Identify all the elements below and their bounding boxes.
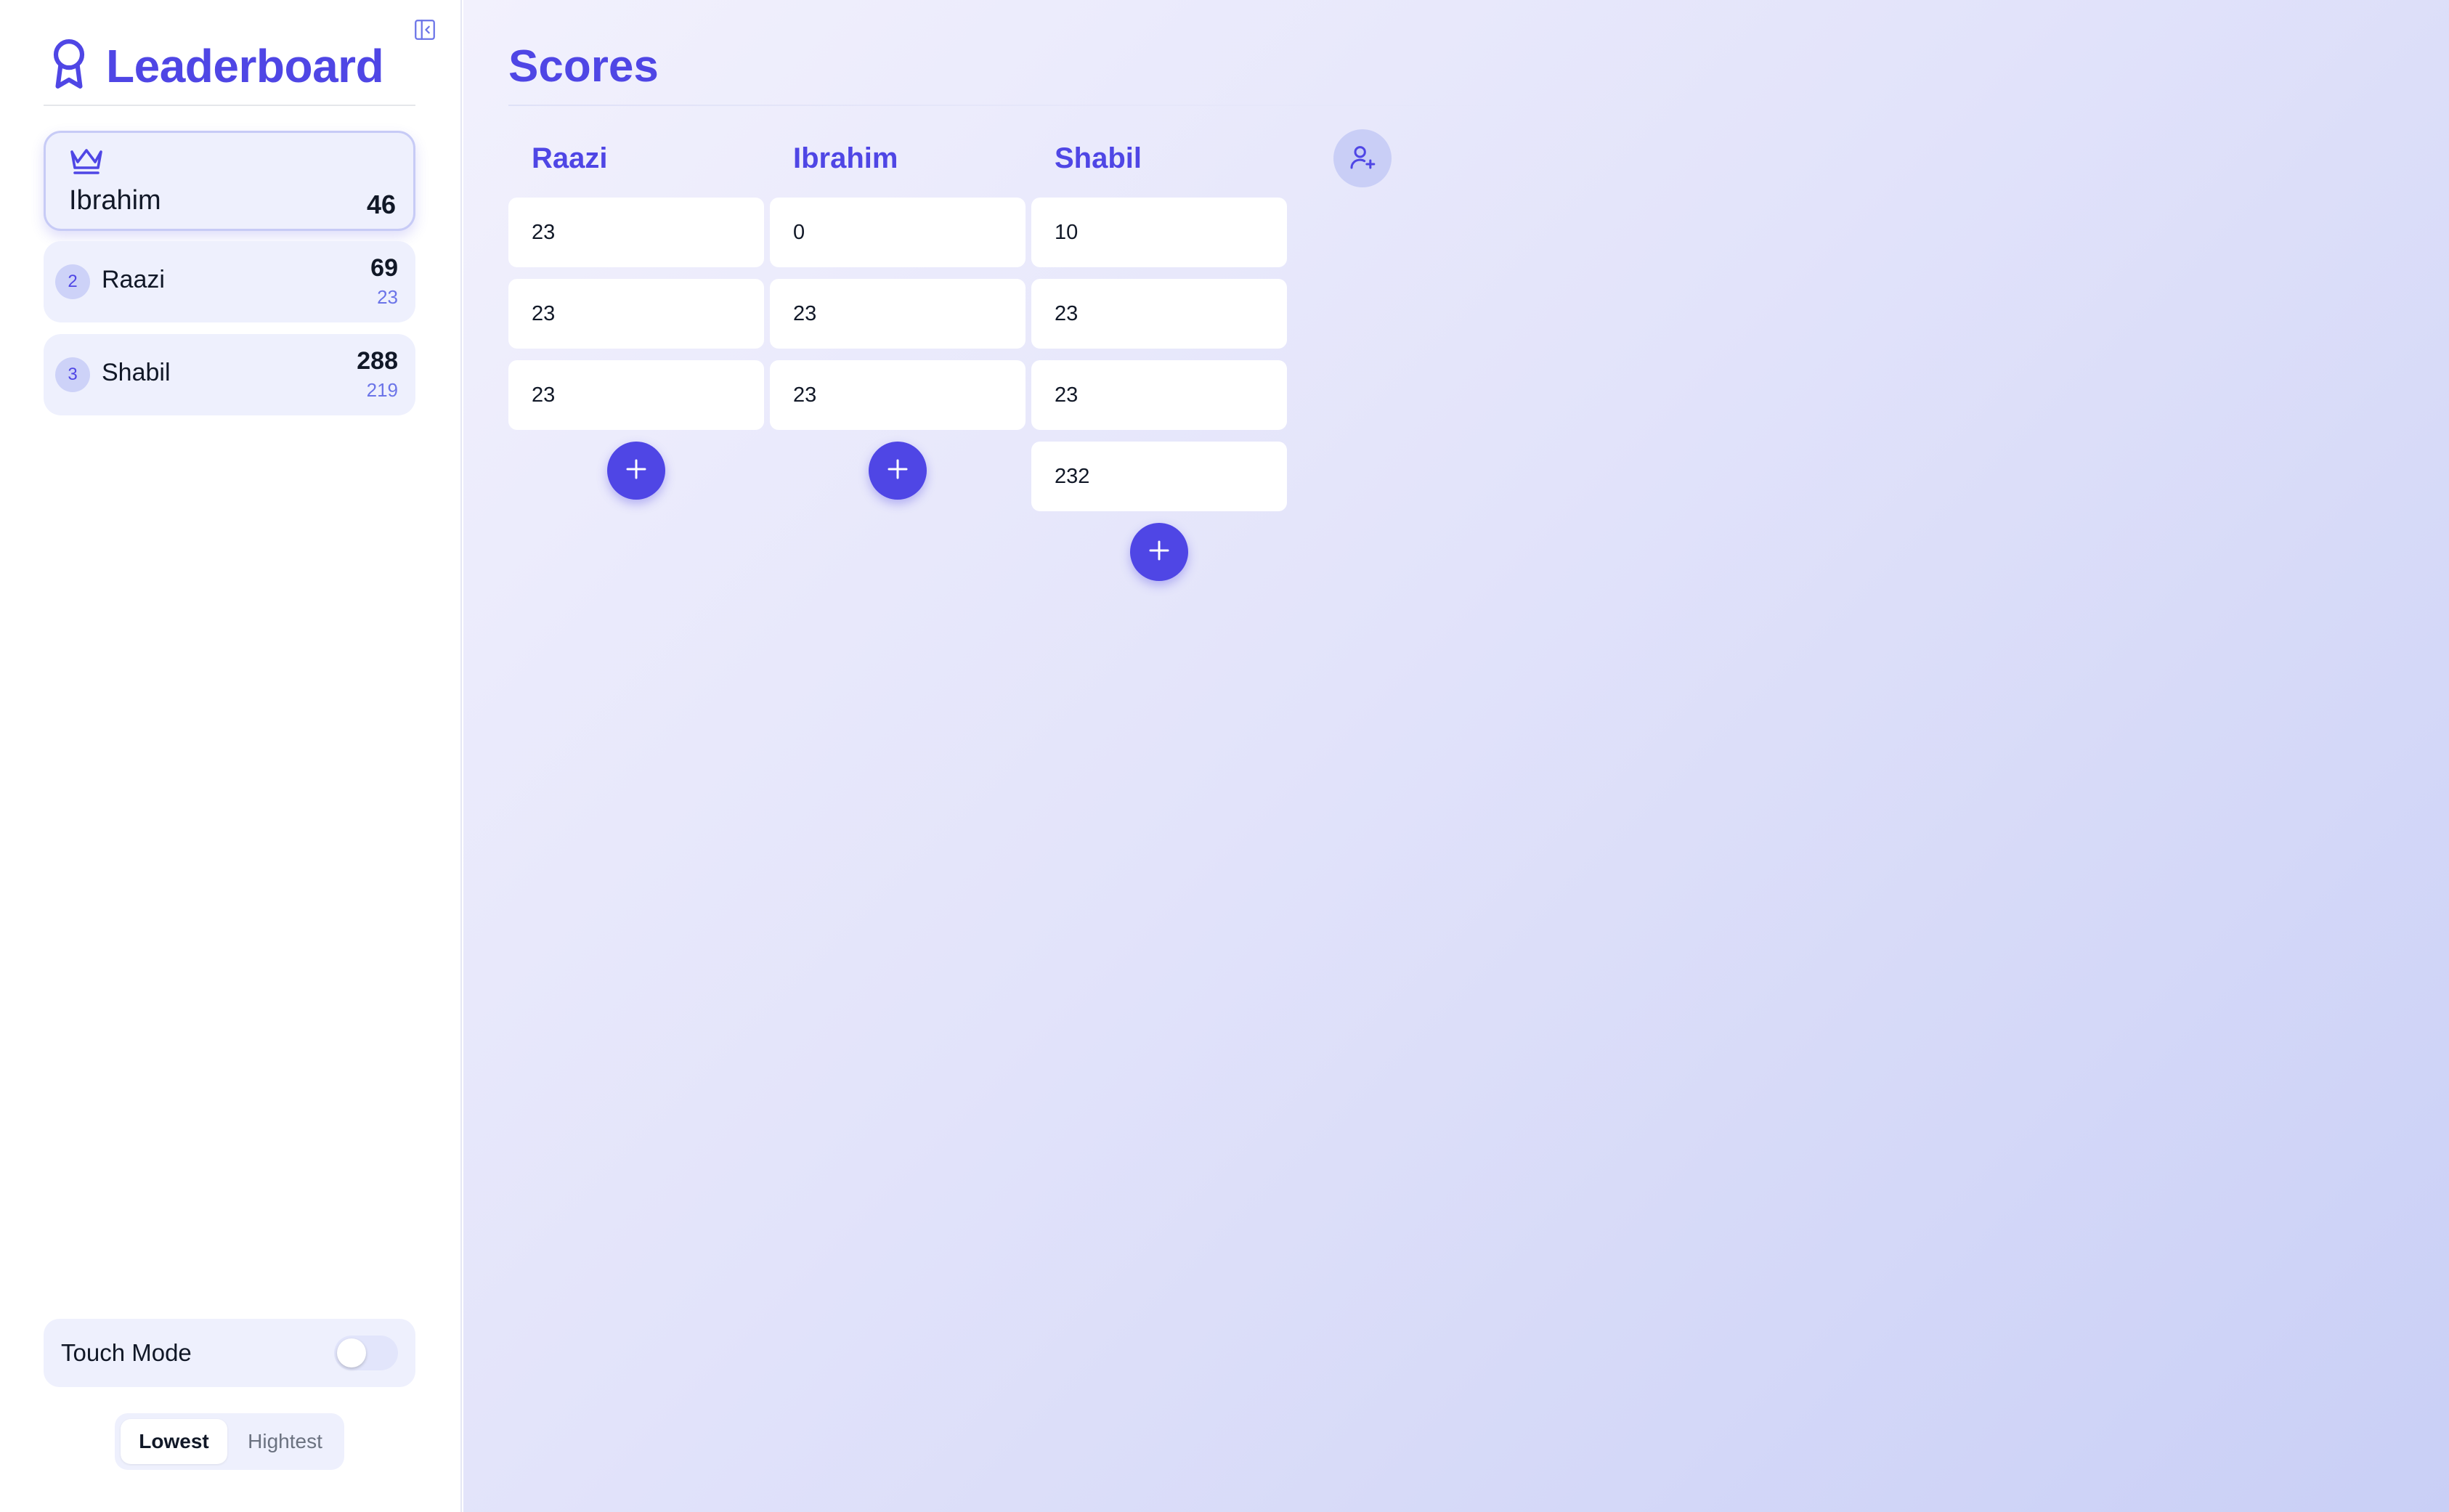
leaderboard-first-place: Ibrahim 46 (44, 131, 415, 231)
player-score: 288 (357, 347, 398, 375)
score-input[interactable]: 232 (1031, 442, 1287, 511)
leader-name: Ibrahim (69, 185, 161, 216)
collapse-sidebar-button[interactable] (411, 17, 439, 45)
score-input[interactable]: 23 (1031, 360, 1287, 430)
divider (508, 105, 1525, 106)
score-difference: 219 (366, 379, 398, 401)
sidebar: Leaderboard Ibrahim 46 2 Raazi 69 23 3 S… (0, 0, 462, 1512)
score-input[interactable]: 23 (1031, 279, 1287, 349)
crown-icon (69, 146, 104, 179)
page-title: Scores (508, 41, 659, 92)
score-input[interactable]: 23 (508, 279, 764, 349)
touch-mode-toggle[interactable] (334, 1336, 398, 1370)
sidebar-collapse-icon (413, 17, 437, 46)
score-input[interactable]: 23 (508, 360, 764, 430)
leader-score: 46 (366, 190, 396, 219)
rank-badge: 3 (55, 357, 90, 392)
score-input[interactable]: 23 (770, 279, 1026, 349)
player-column: Shabil 10 23 23 232 (1031, 131, 1287, 581)
score-input[interactable]: 0 (770, 198, 1026, 267)
sort-highest-button[interactable]: Hightest (232, 1419, 338, 1464)
scores-panel: Scores Raazi 23 23 23 Ibrahim 0 23 23 Sh… (463, 0, 2449, 1512)
user-plus-icon (1348, 142, 1377, 175)
add-score-button[interactable] (607, 442, 665, 500)
player-column-header: Ibrahim (793, 142, 898, 174)
score-input[interactable]: 10 (1031, 198, 1287, 267)
player-score: 69 (370, 254, 398, 282)
toggle-knob (337, 1338, 366, 1367)
sort-order-toggle: Lowest Hightest (115, 1413, 344, 1470)
leaderboard-row: 2 Raazi 69 23 (44, 241, 415, 322)
add-player-button[interactable] (1333, 129, 1392, 187)
divider (44, 105, 415, 106)
add-score-button[interactable] (869, 442, 927, 500)
plus-icon (1146, 537, 1172, 567)
plus-icon (623, 456, 649, 486)
touch-mode-label: Touch Mode (61, 1339, 192, 1366)
add-score-button[interactable] (1130, 523, 1188, 581)
player-name: Shabil (102, 359, 171, 386)
player-column: Ibrahim 0 23 23 (770, 131, 1026, 500)
brand: Leaderboard (46, 38, 384, 94)
player-column-header: Shabil (1055, 142, 1142, 174)
score-input[interactable]: 23 (770, 360, 1026, 430)
rank-badge: 2 (55, 264, 90, 299)
award-ribbon-icon (46, 38, 92, 94)
plus-icon (885, 456, 911, 486)
touch-mode-setting: Touch Mode (44, 1319, 415, 1387)
leaderboard-row: 3 Shabil 288 219 (44, 334, 415, 415)
player-column-header: Raazi (532, 142, 608, 174)
score-input[interactable]: 23 (508, 198, 764, 267)
score-difference: 23 (377, 286, 398, 308)
player-name: Raazi (102, 266, 165, 293)
player-column: Raazi 23 23 23 (508, 131, 764, 500)
sidebar-title: Leaderboard (106, 39, 384, 92)
sort-lowest-button[interactable]: Lowest (121, 1419, 227, 1464)
